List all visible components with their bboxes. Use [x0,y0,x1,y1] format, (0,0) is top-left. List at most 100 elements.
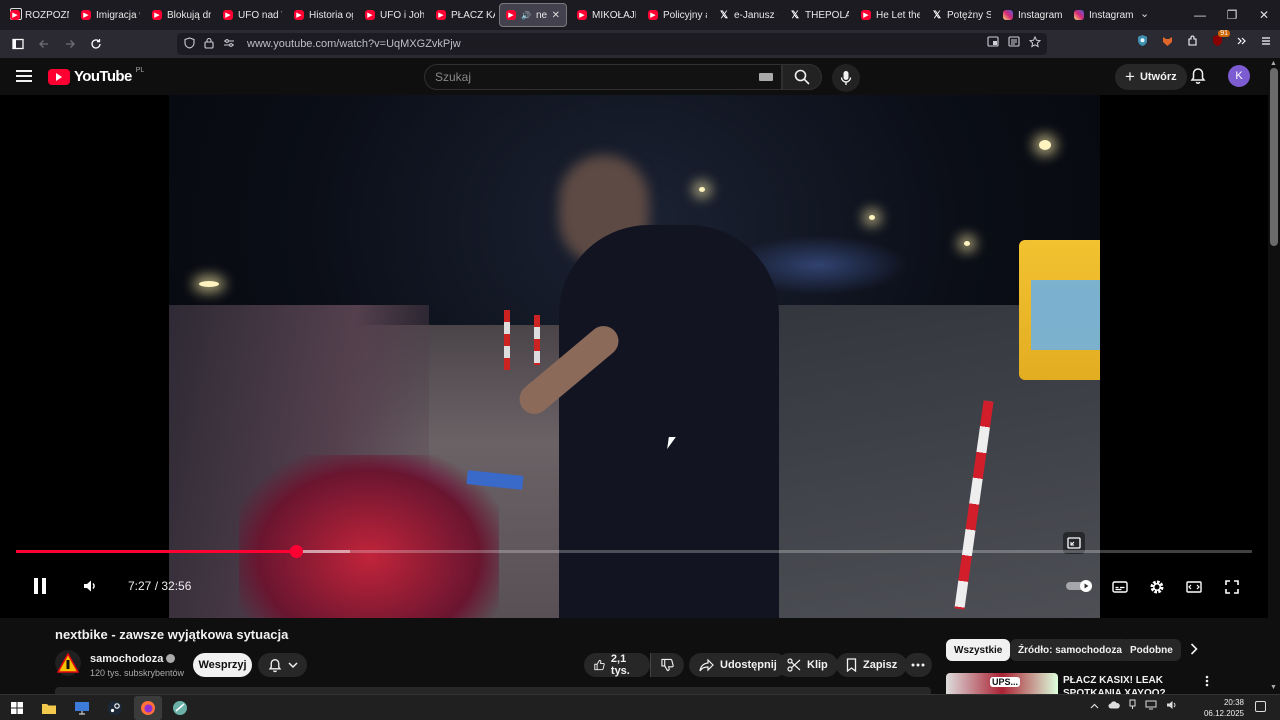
recommended-video-title[interactable]: PŁACZ KASIX! LEAK SPOTKANIA XAYOO? [1063,674,1203,694]
search-input[interactable]: Szukaj [424,64,782,90]
chip-all[interactable]: Wszystkie [946,639,1011,661]
seek-bar[interactable] [16,545,1252,558]
app-menu-icon[interactable] [1260,35,1272,50]
video-title: nextbike - zawsze wyjątkowa sytuacja [55,627,289,642]
recommended-video-thumbnail[interactable]: UPS... [946,673,1058,694]
browser-tab[interactable]: ▶ 🔊 nextb ✕ [499,3,567,27]
url-text[interactable]: www.youtube.com/watch?v=UqMXGZvkPjw [247,38,461,50]
browser-tab[interactable]: 𝕏 THEPOLAK [784,3,855,27]
mute-button[interactable] [78,574,102,598]
steam-icon[interactable] [106,699,124,717]
extensions-icon[interactable] [1186,34,1199,50]
notifications-bell-icon[interactable] [1190,67,1206,90]
reader-view-icon[interactable] [1008,36,1020,51]
cloud-icon[interactable] [1108,700,1120,711]
fullscreen-icon [1225,580,1239,594]
autoplay-toggle[interactable] [1066,579,1096,593]
minimize-button[interactable]: — [1184,8,1216,22]
reload-button[interactable] [84,32,108,56]
scroll-down-arrow-icon[interactable]: ▼ [1270,684,1277,691]
video-frame[interactable] [169,95,1100,618]
more-actions-button[interactable] [904,653,932,677]
forward-button[interactable] [58,32,82,56]
back-button[interactable] [32,32,56,56]
tray-expand-chevron-icon[interactable] [1090,701,1099,711]
overflow-chevrons-icon[interactable] [1236,35,1248,50]
sidebar-toggle-icon[interactable] [6,32,30,56]
monitor-app-icon[interactable] [73,699,91,717]
scroll-up-arrow-icon[interactable]: ▲ [1270,60,1277,67]
pause-button[interactable] [28,574,52,598]
browser-tab[interactable]: ▶ Policyjny ag [642,3,713,27]
browser-tab[interactable]: Instagram [1068,3,1139,27]
file-explorer-icon[interactable] [40,699,58,717]
chip-related[interactable]: Podobne [1122,639,1181,661]
search-button[interactable] [782,64,822,90]
usb-icon[interactable] [1129,699,1136,712]
speaker-icon[interactable] [1166,700,1177,712]
voice-search-button[interactable] [832,64,860,92]
share-button[interactable]: Udostępnij [689,653,787,677]
support-button[interactable]: Wesprzyj [193,653,252,677]
windows-start-icon[interactable] [8,699,26,717]
channel-name[interactable]: samochodoza [90,653,176,665]
video-player[interactable] [0,95,1268,618]
fullscreen-button[interactable] [1220,575,1244,599]
dislike-button[interactable] [650,653,684,677]
like-button[interactable]: 2,1 tys. [584,653,650,677]
search-icon [794,69,810,85]
extension-fox-icon[interactable] [1161,34,1174,50]
lock-icon[interactable] [203,37,215,52]
scrollbar-thumb[interactable] [1270,68,1278,246]
subtitles-button[interactable] [1108,575,1132,599]
vpn-shield-icon[interactable] [1136,34,1149,50]
notification-center-icon[interactable] [1255,701,1266,712]
clip-button[interactable]: Klip [777,653,838,677]
chips-next-chevron-icon[interactable] [1190,642,1198,658]
browser-tab[interactable]: ▶ Blokują dro [146,3,217,27]
youtube-logo[interactable]: YouTube PL [48,67,144,85]
close-tab-icon[interactable]: ✕ [552,10,560,21]
app-taskbar-icon[interactable] [171,699,189,717]
browser-tab[interactable]: ▶ MIKOŁAJKI [571,3,642,27]
played-bar [16,550,296,553]
browser-tab[interactable]: ▶ UFO i John [359,3,430,27]
browser-tab[interactable]: ▶ UFO nad W [217,3,288,27]
firefox-taskbar-icon[interactable] [134,696,162,720]
list-all-tabs-icon[interactable]: ⌄ [1140,7,1149,20]
keyboard-icon[interactable] [759,73,773,81]
network-icon[interactable] [1145,700,1157,712]
theater-mode-button[interactable] [1182,575,1206,599]
browser-tab[interactable]: ▶ He Let the I [855,3,926,27]
address-bar[interactable]: www.youtube.com/watch?v=UqMXGZvkPjw [177,33,1047,55]
browser-tab[interactable]: 𝕏e-Janusz Ch [713,3,784,27]
picture-in-picture-icon[interactable] [987,36,999,51]
save-button[interactable]: Zapisz [836,653,908,677]
close-window-button[interactable]: ✕ [1248,8,1280,22]
bookmark-star-icon[interactable] [1028,35,1042,51]
ublock-badge-icon[interactable]: 91 [1211,30,1230,50]
browser-tab[interactable]: ▶ PŁACZ KASI [430,3,501,27]
account-avatar[interactable]: K [1228,65,1250,87]
browser-tab[interactable]: Instagram [997,3,1068,27]
taskbar-clock[interactable]: 20:38 06.12.2025 [1204,697,1244,719]
restore-button[interactable]: ❐ [1216,8,1248,22]
tab-audio-icon[interactable]: 🔊 [521,11,531,20]
browser-tab[interactable]: 𝕏 Potężny Set [926,3,997,27]
tracking-protection-icon[interactable] [183,36,195,52]
permissions-icon[interactable] [223,38,235,51]
seek-scrubber[interactable] [289,545,303,558]
youtube-icon: ▶ [436,10,446,20]
chip-from-channel[interactable]: Źródło: samochodoza [1010,639,1130,661]
channel-avatar[interactable] [55,650,81,676]
recommended-more-icon[interactable] [1205,675,1209,690]
create-button[interactable]: + Utwórz [1115,64,1187,90]
description-box[interactable] [55,687,931,694]
subscription-notification-button[interactable] [258,653,307,677]
browser-tab[interactable]: ▶ ROZPOZNA [4,3,75,27]
browser-tab[interactable]: ▶ Historia ogl [288,3,359,27]
browser-tab[interactable]: ▶ Imigracja w [75,3,146,27]
guide-menu-icon[interactable] [16,70,32,82]
settings-button[interactable] [1145,575,1169,599]
x-icon: 𝕏 [932,9,942,21]
